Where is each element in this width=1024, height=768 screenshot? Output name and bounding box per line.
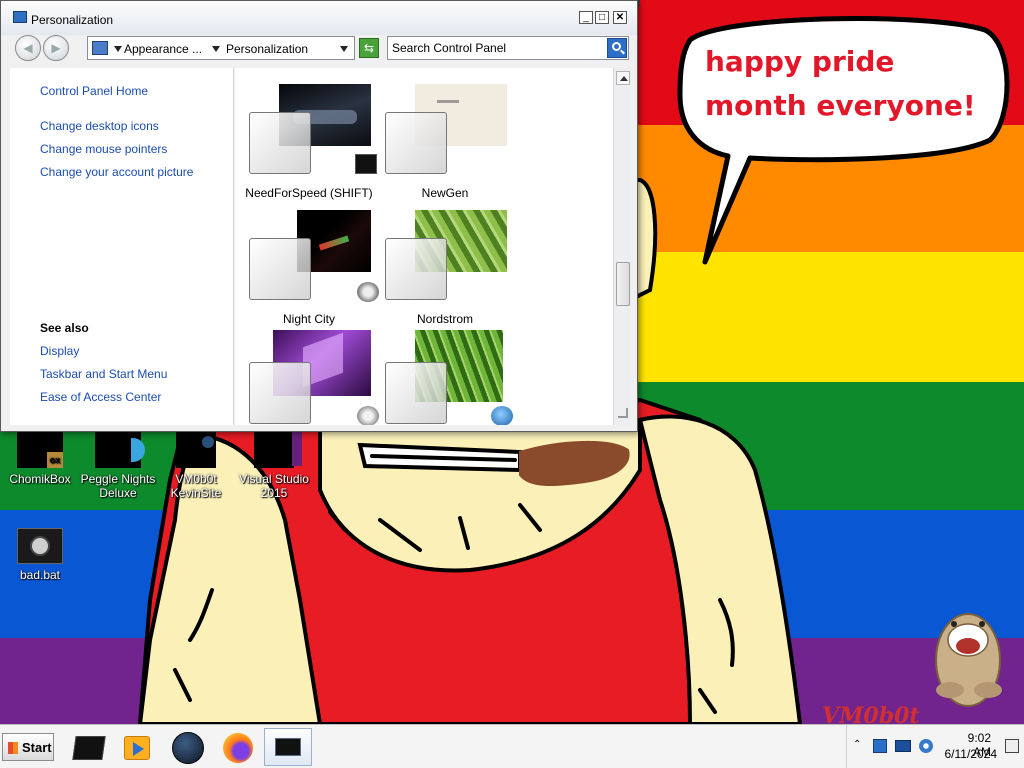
theme-name: NeedForSpeed (SHIFT)	[245, 186, 373, 200]
theme-sound-icon	[355, 154, 377, 174]
address-dropdown-icon[interactable]	[340, 46, 348, 52]
theme-item[interactable]: Nordstrom	[385, 210, 521, 328]
control-panel-icon	[13, 11, 27, 23]
resize-grip-icon[interactable]	[616, 406, 630, 420]
firefox-icon	[223, 733, 253, 763]
scroll-up-button[interactable]	[616, 71, 630, 85]
vertical-scrollbar[interactable]	[613, 68, 631, 425]
peggle-icon	[95, 432, 145, 468]
back-button[interactable]: ◀	[15, 35, 41, 61]
search-input[interactable]	[392, 39, 602, 57]
globe-icon	[176, 432, 216, 468]
theme-glass-swatch	[385, 362, 447, 424]
breadcrumb-appearance[interactable]: Appearance ...	[124, 42, 202, 56]
personalization-icon	[275, 738, 301, 756]
taskbar-app-control-panel[interactable]	[264, 728, 312, 766]
desktop-icon-label: Peggle Nights Deluxe	[80, 472, 156, 500]
network-icon[interactable]	[873, 739, 887, 753]
see-also-heading: See also	[40, 321, 89, 335]
system-tray: ⌃ 9:02 AM 6/11/2024	[846, 725, 1024, 768]
show-hidden-icons-button[interactable]: ⌃	[853, 739, 861, 750]
forward-button[interactable]: ▶	[43, 35, 69, 61]
visual-studio-icon	[254, 432, 302, 468]
link-ease-of-access[interactable]: Ease of Access Center	[40, 390, 161, 404]
windows-orb-icon	[491, 406, 513, 425]
minimize-button[interactable]: _	[579, 11, 593, 24]
taskbar-app-globe[interactable]	[168, 728, 208, 766]
link-change-mouse-pointers[interactable]: Change mouse pointers	[40, 142, 167, 156]
taskbar-app-firefox[interactable]	[218, 728, 258, 766]
start-button[interactable]: Start	[2, 733, 54, 761]
theme-glass-swatch	[385, 238, 447, 300]
svg-text:VM0b0t: VM0b0t	[822, 703, 920, 724]
search-icon[interactable]	[607, 38, 627, 58]
left-pane: Control Panel Home Change desktop icons …	[10, 68, 234, 425]
desktop-icon-label: ChomikBox	[9, 472, 71, 486]
desktop-icon-label: VM0b0t KevinSite	[170, 472, 222, 500]
theme-list: NeedForSpeed (SHIFT) NewGen Night City N…	[235, 68, 613, 425]
theme-item[interactable]	[249, 330, 385, 425]
link-control-panel-home[interactable]: Control Panel Home	[40, 84, 148, 98]
maximize-button[interactable]: □	[595, 11, 609, 24]
desktop-icon-vm0b0t[interactable]: VM0b0t KevinSite	[156, 432, 236, 500]
batch-file-icon	[17, 528, 63, 564]
speech-bubble-text: happy pride month everyone!	[705, 45, 976, 122]
windows-logo-icon	[8, 742, 18, 754]
monitor-app-icon	[72, 736, 106, 760]
dark-globe-icon	[172, 732, 204, 764]
theme-item[interactable]: Night City	[249, 210, 385, 328]
scroll-thumb[interactable]	[616, 262, 630, 306]
desktop-icon-label: Visual Studio 2015	[239, 472, 309, 500]
theme-item[interactable]: NewGen	[385, 84, 521, 202]
link-display[interactable]: Display	[40, 344, 79, 358]
search-box	[387, 36, 629, 60]
taskbar-app-monitor[interactable]	[68, 728, 108, 766]
desktop-icon-bad-bat[interactable]: bad.bat	[0, 528, 80, 582]
theme-glass-swatch	[385, 112, 447, 174]
desktop-icon-label: bad.bat	[19, 568, 61, 582]
desktop-icon-visual-studio[interactable]: Visual Studio 2015	[234, 432, 314, 500]
theme-name: Nordstrom	[416, 312, 473, 326]
breadcrumb-personalization[interactable]: Personalization	[226, 42, 308, 56]
skull-icon	[357, 406, 379, 425]
skull-icon	[357, 282, 379, 302]
personalization-window: Personalization _ □ ✕ ◀ ▶ Appearance ...…	[0, 0, 638, 432]
volume-icon[interactable]	[919, 739, 933, 753]
address-row: ◀ ▶ Appearance ... Personalization ⇆	[9, 34, 631, 62]
refresh-button[interactable]: ⇆	[359, 38, 379, 58]
theme-item[interactable]: NeedForSpeed (SHIFT)	[245, 84, 385, 202]
link-taskbar-start-menu[interactable]: Taskbar and Start Menu	[40, 367, 167, 381]
chevron-down-icon[interactable]	[212, 46, 220, 52]
window-title: Personalization	[31, 13, 114, 27]
theme-glass-swatch	[249, 362, 311, 424]
theme-name: Night City	[282, 312, 335, 326]
title-bar[interactable]: Personalization _ □ ✕	[1, 1, 637, 35]
desktop-icon-chomikbox[interactable]: ox ChomikBox	[0, 432, 80, 486]
media-player-icon	[124, 736, 150, 760]
theme-glass-swatch	[249, 112, 311, 174]
taskbar: Start ⌃ 9:02 AM 6/11/2024	[0, 724, 1024, 768]
action-center-icon[interactable]	[1005, 739, 1019, 753]
theme-item[interactable]	[385, 330, 521, 425]
theme-glass-swatch	[249, 238, 311, 300]
link-change-account-picture[interactable]: Change your account picture	[40, 165, 193, 179]
theme-name: NewGen	[421, 186, 469, 200]
taskbar-app-media-player[interactable]	[116, 728, 156, 766]
address-bar[interactable]: Appearance ... Personalization	[87, 36, 355, 60]
close-button[interactable]: ✕	[613, 11, 627, 24]
display-icon[interactable]	[895, 740, 911, 752]
start-label: Start	[22, 740, 52, 755]
link-change-desktop-icons[interactable]: Change desktop icons	[40, 119, 159, 133]
desktop-icon-peggle[interactable]: Peggle Nights Deluxe	[78, 432, 158, 500]
chevron-down-icon[interactable]	[114, 46, 122, 52]
monitor-icon	[92, 41, 108, 55]
chomikbox-icon: ox	[17, 432, 63, 468]
clock-date[interactable]: 6/11/2024	[941, 747, 998, 761]
